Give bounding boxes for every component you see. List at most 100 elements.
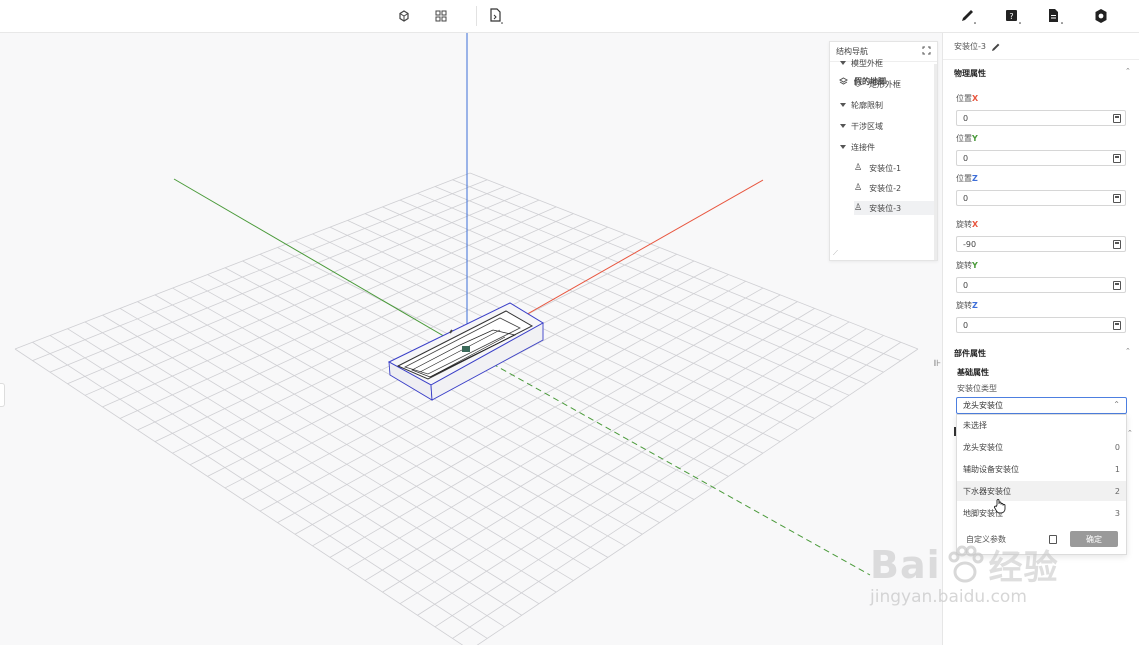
calculator-icon[interactable] xyxy=(1113,321,1121,330)
panel-title-text: 安装位-3 xyxy=(954,42,986,51)
option-label: 未选择 xyxy=(963,420,987,430)
axis-label: Y xyxy=(972,134,978,143)
mount-point-icon: ♙ xyxy=(854,203,863,213)
dropdown-option[interactable]: 辅助设备安装位 1 xyxy=(957,459,1126,479)
left-panel-handle[interactable] xyxy=(0,383,5,407)
option-value: 1 xyxy=(1114,464,1120,474)
tree-item-label: 安装位-3 xyxy=(869,203,902,213)
tree-item[interactable]: 干涉区域 xyxy=(840,119,883,133)
option-label: 辅助设备安装位 xyxy=(963,464,1019,474)
svg-text:?: ? xyxy=(1009,12,1013,21)
number-input-value: 0 xyxy=(963,280,969,290)
dropdown-option[interactable]: 地脚安装位 3 xyxy=(957,503,1126,523)
watermark-brand: Bai xyxy=(870,542,941,587)
tree-item-label: 安装位-2 xyxy=(869,183,902,193)
axis-label: Z xyxy=(972,174,978,183)
type-label: 安装位类型 xyxy=(957,384,997,393)
field-label: 位置Z xyxy=(956,173,978,184)
chevron-up-icon: ⌃ xyxy=(1113,400,1120,409)
grid-line xyxy=(14,348,464,645)
calculator-icon[interactable] xyxy=(1113,281,1121,290)
option-value: 0 xyxy=(1114,442,1120,452)
rename-pencil-icon[interactable] xyxy=(991,42,1001,52)
grid-line xyxy=(259,267,712,512)
field-label-text: 位置 xyxy=(956,174,972,183)
number-input[interactable]: 0 xyxy=(956,110,1126,126)
calculator-icon[interactable] xyxy=(1113,240,1121,249)
tree-item[interactable]: ⬡ 矩形外框 xyxy=(854,77,937,91)
calculator-icon[interactable] xyxy=(1113,114,1121,123)
field-label-text: 位置 xyxy=(956,94,972,103)
mount-point-icon: ♙ xyxy=(854,163,863,173)
axis-label: X xyxy=(972,94,979,103)
grid-line xyxy=(312,233,764,454)
tree-item-label: 矩形外框 xyxy=(868,79,901,89)
field-label-text: 旋转 xyxy=(956,261,972,270)
tree-item[interactable]: ♙ 安装位-3 xyxy=(854,201,937,215)
axis-label: X xyxy=(972,220,979,229)
baidu-watermark: Bai 经验 jingyan.baidu.com xyxy=(870,540,1080,620)
number-input[interactable]: 0 xyxy=(956,277,1126,293)
caret-down-icon[interactable] xyxy=(840,103,846,107)
document-icon[interactable] xyxy=(1045,6,1065,26)
number-input-value: -90 xyxy=(963,239,977,249)
axis-label: Y xyxy=(972,261,978,270)
tree-item[interactable]: 模型外框 xyxy=(840,56,883,70)
field-label-text: 旋转 xyxy=(956,301,972,310)
watermark-brand-cn: 经验 xyxy=(988,548,1059,588)
grid-line xyxy=(452,341,901,639)
part-section-title: 部件属性 xyxy=(954,349,986,358)
dropdown-option[interactable]: 未选择 xyxy=(957,415,1126,435)
hand-cursor-icon xyxy=(994,499,1006,514)
box-frame-icon: ⬡ xyxy=(854,79,862,89)
resize-grip-icon[interactable]: ⟋ xyxy=(833,249,838,258)
field-label: 旋转Y xyxy=(956,260,978,271)
panel-divider xyxy=(943,59,1139,60)
field-label: 位置Y xyxy=(956,133,978,144)
3d-viewport[interactable] xyxy=(0,33,942,645)
calculator-icon[interactable] xyxy=(1113,154,1121,163)
number-input[interactable]: 0 xyxy=(956,317,1126,333)
caret-down-icon[interactable] xyxy=(840,61,846,65)
tree-item[interactable]: 轮廓限制 xyxy=(840,98,883,112)
settings-icon[interactable] xyxy=(1091,6,1111,26)
tree-item-label: 干涉区域 xyxy=(851,121,883,131)
y-axis-negative-line xyxy=(465,348,871,576)
part-collapse-icon[interactable]: ⌃ xyxy=(1125,347,1131,355)
install-type-select[interactable]: 龙头安装位 ⌃ xyxy=(956,397,1127,414)
number-input-value: 0 xyxy=(963,320,969,330)
number-input[interactable]: 0 xyxy=(956,150,1126,166)
tree-item[interactable]: ♙ 安装位-2 xyxy=(854,181,937,195)
y-axis-line xyxy=(173,178,467,350)
field-label: 位置X xyxy=(956,93,978,104)
tree-item-label: 轮廓限制 xyxy=(851,100,883,110)
cube-toggle-icon[interactable] xyxy=(394,6,414,26)
expand-icon[interactable] xyxy=(922,46,931,57)
number-input[interactable]: -90 xyxy=(956,236,1126,252)
pencil-icon[interactable] xyxy=(958,6,978,26)
calculator-icon[interactable] xyxy=(1113,194,1121,203)
grid-icon[interactable] xyxy=(431,6,451,26)
field-label-text: 位置 xyxy=(956,134,972,143)
caret-down-icon[interactable] xyxy=(840,124,846,128)
mount-point-marker[interactable] xyxy=(462,346,470,352)
tree-item[interactable]: ♙ 安装位-1 xyxy=(854,161,937,175)
tree-item[interactable]: 连接件 xyxy=(840,140,875,154)
dropdown-option[interactable]: 下水器安装位 2 xyxy=(957,481,1126,501)
physical-collapse-icon[interactable]: ⌃ xyxy=(1125,67,1131,75)
physical-section-title: 物理属性 xyxy=(954,69,986,78)
number-input[interactable]: 0 xyxy=(956,190,1126,206)
caret-down-icon[interactable] xyxy=(840,145,846,149)
help-icon[interactable]: ? xyxy=(1003,6,1023,26)
top-toolbar: ? xyxy=(0,0,1139,33)
field-label-text: 旋转 xyxy=(956,220,972,229)
tree-scrollbar[interactable] xyxy=(934,64,937,260)
scene-canvas[interactable] xyxy=(0,33,942,645)
file-export-icon[interactable] xyxy=(486,6,506,26)
option-value: 2 xyxy=(1114,486,1120,496)
dropdown-option[interactable]: 龙头安装位 0 xyxy=(957,437,1126,457)
axis-label: Z xyxy=(972,301,978,310)
tree-item-label: 安装位-1 xyxy=(869,163,902,173)
hidden-collapse-icon: ⌃ xyxy=(1127,429,1133,437)
option-label: 龙头安装位 xyxy=(963,442,1003,452)
